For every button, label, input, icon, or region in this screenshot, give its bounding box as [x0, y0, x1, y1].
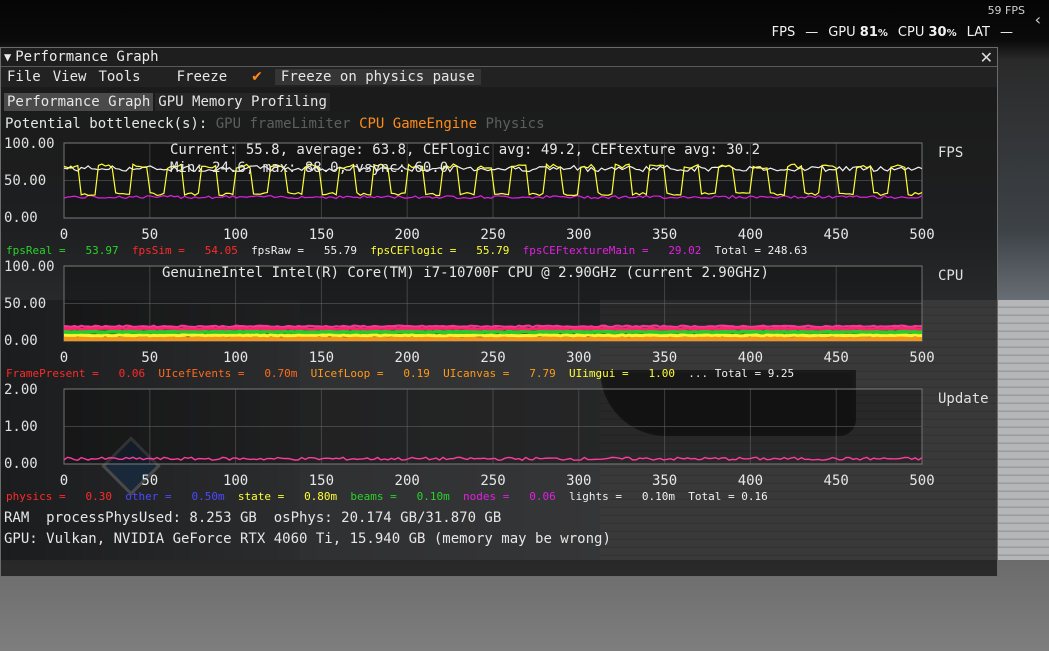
x-tick-label: 200: [395, 350, 420, 366]
legend-label: ... Total = 9.25: [688, 367, 795, 380]
x-tick-label: 0: [60, 350, 68, 366]
x-tick-label: 500: [909, 350, 934, 366]
gpu-info: GPU: Vulkan, NVIDIA GeForce RTX 4060 Ti,…: [4, 531, 611, 547]
legend-value: 0.50m: [191, 490, 238, 503]
x-tick-label: 100: [223, 350, 248, 366]
x-tick-label: 50: [141, 473, 158, 489]
legend-value: 55.79: [476, 244, 523, 257]
x-tick-label: 0: [60, 227, 68, 243]
update-xticks: 0 50 100 150 200 250 300 350 400 450 500: [60, 473, 935, 489]
fps-xticks: 0 50 100 150 200 250 300 350 400 450 500: [60, 227, 935, 243]
x-tick-label: 450: [824, 473, 849, 489]
legend-label: Total = 0.16: [688, 490, 768, 503]
legend-value: 0.70m: [264, 367, 311, 380]
legend-value: 7.79: [529, 367, 569, 380]
legend-value: 0.10m: [641, 490, 689, 503]
x-tick-label: 400: [738, 350, 763, 366]
x-tick-label: 500: [909, 473, 934, 489]
update-plot: 0 50 100 150 200 250 300 350 400 450 500: [60, 388, 935, 489]
legend-label: fpsRaw =: [251, 244, 324, 257]
x-tick-label: 250: [480, 350, 505, 366]
legend-value: 54.05: [204, 244, 252, 257]
x-tick-label: 350: [652, 350, 677, 366]
x-tick-label: 300: [566, 350, 591, 366]
fps-info-line2: Min: 24.6, max: 88.0, vsync: 60.0: [170, 160, 448, 176]
legend-value: 55.79: [323, 244, 371, 257]
legend-label: FramePresent =: [6, 367, 119, 380]
ram-info: RAM processPhysUsed: 8.253 GB osPhys: 20…: [4, 510, 502, 526]
x-tick-label: 200: [395, 473, 420, 489]
x-tick-label: 100: [223, 473, 248, 489]
legend-label: nodes =: [463, 490, 530, 503]
cpu-plot: GenuineIntel Intel(R) Core(TM) i7-10700F…: [60, 265, 935, 366]
x-tick-label: 0: [60, 473, 68, 489]
legend-value: 0.30: [85, 490, 126, 503]
x-tick-label: 450: [824, 227, 849, 243]
legend-label: UIcanvas =: [443, 367, 530, 380]
cpu-xticks: 0 50 100 150 200 250 300 350 400 450 500: [60, 350, 935, 366]
fps-info-line1: Current: 55.8, average: 63.8, CEFlogic a…: [170, 142, 760, 158]
legend-value: 0.19: [403, 367, 444, 380]
x-tick-label: 400: [738, 227, 763, 243]
legend-value: 0.06: [118, 367, 159, 380]
cpu-legend: FramePresent = 0.06 UIcefEvents = 0.70m …: [6, 367, 794, 380]
x-tick-label: 50: [141, 227, 158, 243]
x-tick-label: 150: [309, 350, 334, 366]
legend-value: 1.00: [648, 367, 689, 380]
legend-value: 53.97: [85, 244, 132, 257]
x-tick-label: 150: [309, 473, 334, 489]
legend-label: physics =: [6, 490, 86, 503]
x-tick-label: 150: [309, 227, 334, 243]
legend-value: 29.02: [668, 244, 715, 257]
legend-label: fpsCEFlogic =: [370, 244, 477, 257]
legend-label: lights =: [569, 490, 642, 503]
legend-label: UIimgui =: [568, 367, 649, 380]
x-tick-label: 250: [480, 473, 505, 489]
legend-label: beams =: [350, 490, 417, 503]
x-tick-label: 400: [738, 473, 763, 489]
legend-value: 0.80m: [304, 490, 351, 503]
legend-label: state =: [237, 490, 305, 503]
x-tick-label: 500: [909, 227, 934, 243]
x-tick-label: 100: [223, 227, 248, 243]
cpu-info-line: GenuineIntel Intel(R) Core(TM) i7-10700F…: [162, 265, 769, 281]
x-tick-label: 350: [652, 227, 677, 243]
x-tick-label: 50: [141, 350, 158, 366]
update-legend: physics = 0.30 other = 0.50m state = 0.8…: [6, 490, 768, 503]
fps-legend: fpsReal = 53.97 fpsSim = 54.05 fpsRaw = …: [6, 244, 807, 257]
legend-value: 0.10m: [416, 490, 464, 503]
legend-label: UIcefEvents =: [158, 367, 265, 380]
x-tick-label: 300: [566, 227, 591, 243]
legend-value: 0.06: [529, 490, 569, 503]
x-tick-label: 350: [652, 473, 677, 489]
x-tick-label: 200: [395, 227, 420, 243]
fps-plot: Current: 55.8, average: 63.8, CEFlogic a…: [60, 142, 935, 243]
legend-label: UIcefLoop =: [310, 367, 404, 380]
legend-label: fpsCEFtextureMain =: [522, 244, 669, 257]
legend-label: fpsReal =: [6, 244, 86, 257]
legend-label: other =: [125, 490, 192, 503]
x-tick-label: 300: [566, 473, 591, 489]
cpu-series: [64, 324, 922, 341]
performance-plots: Current: 55.8, average: 63.8, CEFlogic a…: [60, 142, 935, 489]
legend-label: Total = 248.63: [714, 244, 808, 257]
x-tick-label: 450: [824, 350, 849, 366]
legend-label: fpsSim =: [131, 244, 205, 257]
x-tick-label: 250: [480, 227, 505, 243]
